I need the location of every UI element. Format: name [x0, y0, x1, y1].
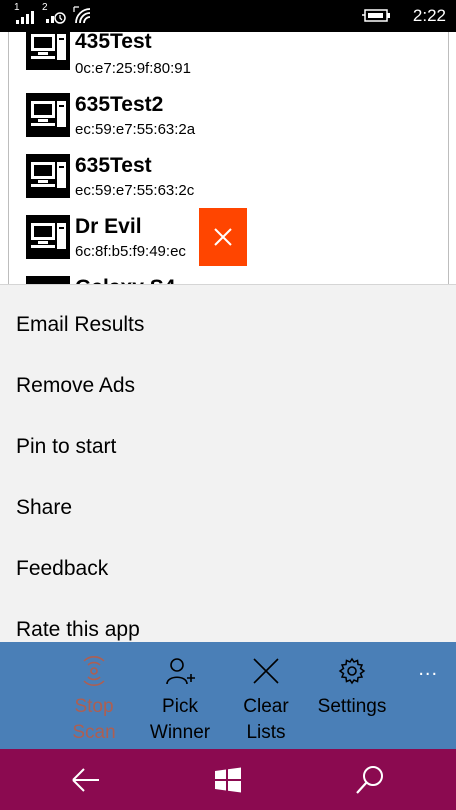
- computer-icon: [26, 93, 70, 137]
- computer-icon: [26, 154, 70, 198]
- clear-lists-button[interactable]: Clear Lists: [226, 642, 306, 749]
- device-row[interactable]: 635Test ec:59:e7:55:63:2c: [26, 154, 246, 210]
- menu-item-rate-app[interactable]: Rate this app: [16, 618, 140, 642]
- device-mac: 6c:8f:b5:f9:49:ec: [75, 243, 186, 260]
- clear-lists-label: Clear Lists: [243, 696, 289, 743]
- radar-icon: [83, 656, 105, 686]
- device-mac: 0c:e7:25:9f:80:91: [75, 60, 191, 77]
- device-row[interactable]: 435Test 0c:e7:25:9f:80:91: [26, 32, 246, 90]
- device-mac: ec:59:e7:55:63:2c: [75, 182, 195, 199]
- settings-label: Settings: [317, 696, 387, 717]
- menu-item-remove-ads[interactable]: Remove Ads: [16, 374, 135, 398]
- device-name: 435Test: [75, 32, 152, 53]
- device-row[interactable]: Galaxy S4: [26, 276, 246, 284]
- delete-device-button[interactable]: [199, 208, 247, 266]
- menu-item-email-results[interactable]: Email Results: [16, 313, 144, 337]
- device-row[interactable]: 635Test2 ec:59:e7:55:63:2a: [26, 93, 246, 149]
- gear-icon: [338, 657, 366, 685]
- device-name: Galaxy S4: [75, 276, 175, 284]
- menu-item-share[interactable]: Share: [16, 496, 72, 520]
- device-list[interactable]: 435Test 0c:e7:25:9f:80:91 635Test2 ec:59…: [0, 32, 456, 284]
- search-icon[interactable]: [353, 763, 387, 797]
- stop-scan-button[interactable]: Stop Scan: [54, 642, 134, 749]
- overflow-menu: Email Results Remove Ads Pin to start Sh…: [0, 284, 456, 642]
- close-icon: [253, 658, 279, 684]
- windows-start-icon[interactable]: [211, 763, 245, 797]
- pick-winner-button[interactable]: Pick Winner: [140, 642, 220, 749]
- menu-item-feedback[interactable]: Feedback: [16, 557, 108, 581]
- clock: 2:22: [412, 6, 446, 25]
- more-options-button[interactable]: ...: [418, 658, 438, 681]
- back-arrow-icon[interactable]: [69, 763, 103, 797]
- computer-icon: [26, 215, 70, 259]
- battery-charging-icon: [362, 9, 390, 22]
- sim1-label: 1: [14, 2, 20, 13]
- app-bar: Stop Scan Pick Winner Clear Lists Settin…: [0, 642, 456, 749]
- pick-winner-label: Pick Winner: [149, 696, 211, 743]
- device-name: 635Test2: [75, 93, 164, 116]
- wifi-icon: [73, 6, 91, 24]
- device-name: Dr Evil: [75, 215, 142, 238]
- navigation-bar: [0, 749, 456, 810]
- menu-item-pin-to-start[interactable]: Pin to start: [16, 435, 116, 459]
- device-mac: ec:59:e7:55:63:2a: [75, 121, 196, 138]
- status-bar: 1 2 2:22: [0, 0, 456, 32]
- close-icon: [214, 228, 232, 246]
- sim2-label: 2: [42, 2, 48, 13]
- stop-scan-label: Stop Scan: [72, 696, 116, 743]
- computer-icon: [26, 276, 70, 284]
- add-person-icon: [166, 658, 195, 685]
- device-name: 635Test: [75, 154, 152, 177]
- computer-icon: [26, 32, 70, 70]
- settings-button[interactable]: Settings: [306, 642, 398, 749]
